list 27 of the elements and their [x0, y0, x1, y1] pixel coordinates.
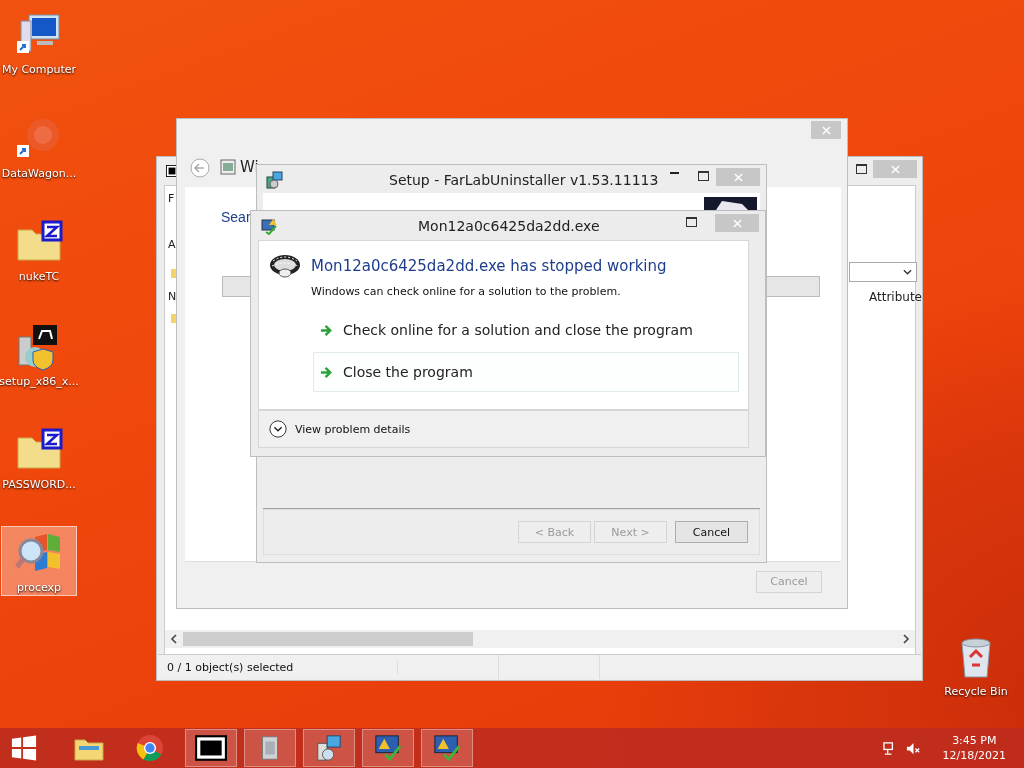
error-heading: Mon12a0c6425da2dd.exe has stopped working: [311, 257, 667, 275]
icon-label: nukeTC: [18, 270, 60, 283]
command-link[interactable]: Check online for a solution and close the program: [313, 312, 739, 348]
menu-item[interactable]: F: [168, 192, 175, 205]
address-label: A: [168, 238, 176, 251]
icon-label: My Computer: [1, 63, 77, 76]
desktop-icon[interactable]: setup_x86_x...: [1, 320, 77, 390]
window-title: Mon12a0c6425da2dd.exe: [418, 218, 600, 234]
desktop-icon[interactable]: My Computer: [1, 8, 77, 78]
icon-label: setup_x86_x...: [0, 375, 79, 388]
column-header[interactable]: N: [168, 290, 177, 303]
page-heading: Sear: [221, 209, 251, 225]
clock[interactable]: 3:45 PM 12/18/2021: [942, 733, 1006, 763]
desktop-icon[interactable]: Recycle Bin: [938, 630, 1014, 700]
icon-label: procexp: [16, 581, 62, 594]
command-link[interactable]: Close the program: [313, 352, 739, 392]
desktop-icon[interactable]: PASSWORD...: [1, 423, 77, 493]
wizard-button[interactable]: Cancel: [675, 521, 748, 543]
icon-label: DataWagon...: [1, 167, 77, 180]
icon-label: Recycle Bin: [944, 685, 1008, 698]
window-title: Setup - FarLabUninstaller v1.53.11113: [389, 172, 659, 188]
desktop-icon[interactable]: DataWagon...: [1, 112, 77, 182]
status-text: 0 / 1 object(s) selected: [158, 660, 398, 674]
desktop-icon[interactable]: nukeTC: [1, 215, 77, 285]
column-header[interactable]: Attribute: [869, 290, 922, 304]
icon-label: PASSWORD...: [2, 478, 76, 491]
details-toggle[interactable]: View problem details: [269, 420, 411, 438]
